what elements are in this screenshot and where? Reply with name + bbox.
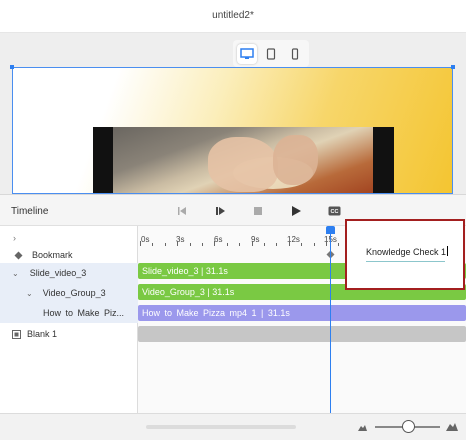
svg-text:CC: CC (330, 209, 338, 215)
track-row-group[interactable]: ⌄ Video_Group_3 (0, 283, 138, 303)
window-title: untitled2* (212, 10, 254, 21)
track-bar-label: How to Make Pizza mp4 1 | 31.1s (142, 308, 290, 318)
closed-captions-button[interactable]: CC (326, 203, 342, 219)
track-label-slide: Slide_video_3 (29, 268, 87, 278)
ruler-tick (140, 241, 141, 246)
ruler-tick (239, 243, 241, 246)
desktop-icon (240, 48, 254, 59)
slide-canvas[interactable] (12, 67, 453, 194)
ruler-tick (164, 243, 166, 246)
stop-button[interactable] (250, 203, 266, 219)
timeline-footer (0, 413, 466, 440)
ruler-tick (313, 243, 315, 246)
track-label-video: How to Make Piz... (43, 308, 125, 318)
bookmark-diamond-icon (14, 251, 23, 259)
track-row-slide[interactable]: ⌄ Slide_video_3 (0, 263, 138, 283)
step-forward-button[interactable] (212, 203, 228, 219)
name-input-value: Knowledge Check 1 (366, 247, 447, 257)
timeline-label: Timeline (11, 206, 49, 217)
horizontal-scrollbar[interactable] (146, 425, 296, 429)
phone-preview-button[interactable] (285, 44, 305, 64)
chevron-down-icon[interactable]: ⌄ (12, 269, 19, 278)
chevron-down-icon[interactable]: ⌄ (26, 289, 33, 298)
playhead-line[interactable] (330, 229, 331, 413)
ruler-tick (326, 241, 327, 246)
ruler-tick (301, 243, 303, 246)
tick-label: 0s (141, 235, 150, 244)
tablet-icon (266, 48, 276, 60)
device-preview-bar (233, 40, 309, 67)
resize-handle[interactable] (451, 65, 455, 69)
track-bar-video[interactable]: How to Make Pizza mp4 1 | 31.1s (138, 305, 466, 321)
slide-icon (12, 329, 21, 339)
rename-popup: Knowledge Check 1 (345, 219, 465, 290)
track-row-video[interactable]: How to Make Piz... (0, 303, 138, 323)
ruler-tick (251, 241, 253, 246)
ruler-tick (152, 243, 154, 246)
bookmark-label: Bookmark (32, 250, 73, 260)
stop-icon (254, 207, 262, 215)
track-bar-label: Slide_video_3 | 31.1s (142, 266, 228, 276)
desktop-preview-button[interactable] (237, 44, 257, 64)
track-row-blank[interactable]: Blank 1 (0, 324, 138, 344)
phone-icon (291, 48, 299, 60)
track-label-blank: Blank 1 (27, 329, 58, 339)
title-bar: untitled2* (0, 0, 466, 33)
play-button[interactable] (288, 203, 304, 219)
chevron-right-icon: › (13, 233, 16, 243)
ruler-tick (189, 243, 191, 246)
text-caret (447, 246, 449, 256)
skip-back-icon (178, 207, 186, 215)
playhead-handle[interactable] (326, 226, 335, 234)
play-icon (292, 206, 301, 216)
ruler-tick (264, 243, 265, 246)
ruler-tick (177, 241, 179, 246)
zoom-out-mountain-icon[interactable] (358, 424, 367, 431)
closed-captions-icon: CC (328, 206, 340, 216)
resize-handle[interactable] (10, 65, 14, 69)
rewind-button[interactable] (174, 203, 190, 219)
ruler-tick (338, 243, 340, 246)
track-bar-label: Video_Group_3 | 31.1s (142, 287, 235, 297)
stage-area (0, 33, 466, 194)
name-input[interactable]: Knowledge Check 1 (366, 246, 449, 262)
track-label-group: Video_Group_3 (42, 288, 106, 298)
timeline-track-list: › Bookmark ⌄ Slide_video_3 ⌄ Video_Group… (0, 226, 138, 413)
video-frame[interactable] (93, 127, 394, 193)
ruler-tick (276, 243, 278, 246)
ruler-tick (226, 243, 228, 246)
zoom-in-mountain-icon[interactable] (446, 422, 458, 431)
video-thumbnail (113, 127, 373, 193)
ruler-tick (202, 243, 203, 246)
zoom-slider-knob[interactable] (402, 420, 415, 433)
track-bar-blank[interactable] (138, 326, 466, 342)
ruler-tick (288, 241, 290, 246)
step-forward-icon (216, 207, 225, 215)
ruler-tick (214, 241, 216, 246)
bookmark-row[interactable]: Bookmark (0, 245, 138, 265)
tablet-preview-button[interactable] (261, 44, 281, 64)
